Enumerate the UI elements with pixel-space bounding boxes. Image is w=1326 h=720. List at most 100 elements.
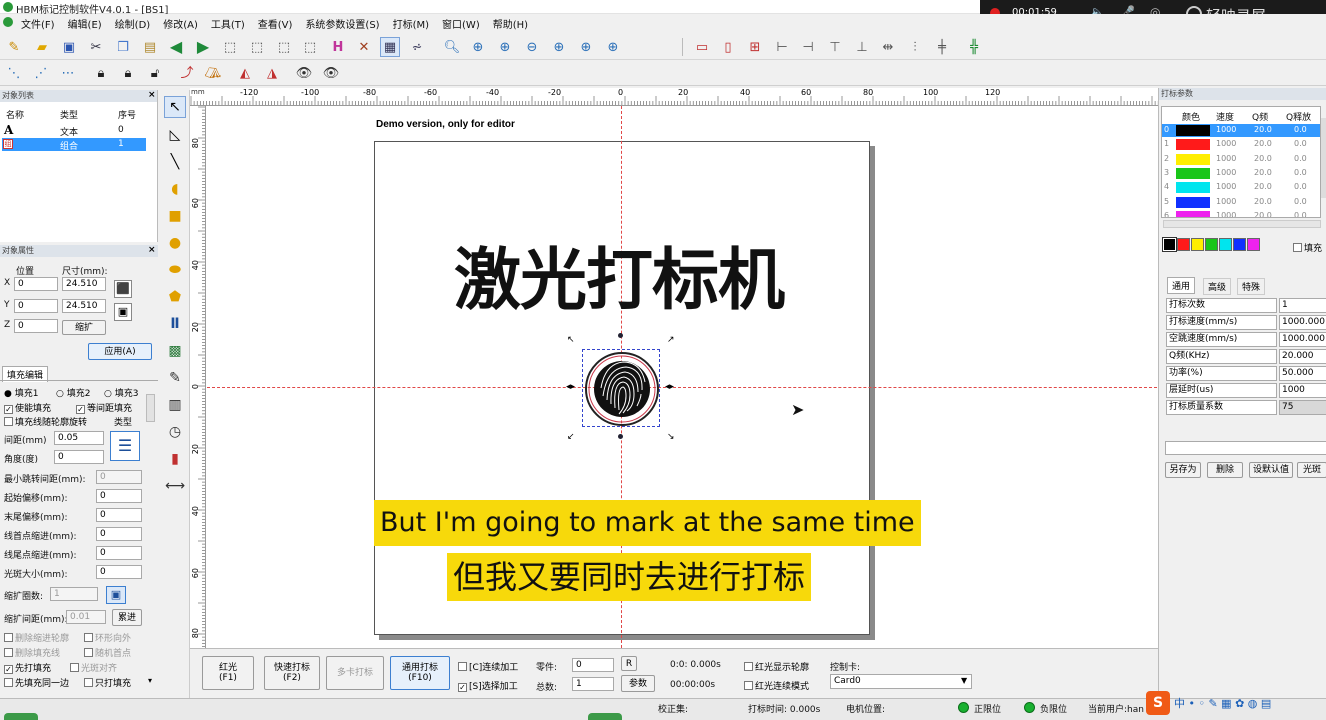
- power-input[interactable]: 50.000: [1279, 366, 1326, 381]
- menu-window[interactable]: 窗口(W): [435, 14, 486, 32]
- select-all-icon[interactable]: ⬚: [300, 37, 320, 57]
- total-input[interactable]: 1: [572, 677, 614, 691]
- object-list-close-icon[interactable]: ×: [148, 90, 156, 100]
- scale-button[interactable]: 缩扩: [62, 320, 106, 335]
- line-end-indent-input[interactable]: 0: [96, 546, 142, 560]
- fill-same-side-checkbox[interactable]: 先填充同一边: [4, 676, 69, 689]
- main-text-object[interactable]: 激光打标机: [454, 226, 785, 323]
- pen-row[interactable]: 2 1000 20.0 0.0: [1162, 153, 1320, 166]
- menu-system-params[interactable]: 系统参数设置(S): [298, 14, 385, 32]
- text-tool-icon[interactable]: Ⅱ: [164, 313, 186, 335]
- image-tool-icon[interactable]: ▩: [164, 340, 186, 362]
- spot-align-checkbox[interactable]: 光斑对齐: [70, 661, 117, 674]
- select-tool-icon[interactable]: ↖: [164, 96, 186, 118]
- lock-icon[interactable]: 🔒︎: [91, 63, 111, 83]
- fill-radio-2[interactable]: ○ 填充2: [56, 386, 90, 399]
- node-delete-icon[interactable]: ⋯: [58, 63, 78, 83]
- pen-row[interactable]: 0 1000 20.0 0.0: [1162, 124, 1320, 137]
- align-left-icon[interactable]: ⊢: [772, 37, 792, 57]
- pen-row[interactable]: 6 1000 20.0 0.0: [1162, 210, 1320, 217]
- part-input[interactable]: 0: [572, 658, 614, 672]
- h-center-icon[interactable]: ╪: [932, 37, 952, 57]
- polygon-tool-icon[interactable]: ⬟: [164, 286, 186, 308]
- center-icon[interactable]: ╬: [964, 37, 984, 57]
- swatch-red[interactable]: [1177, 238, 1190, 251]
- ring-outward-checkbox[interactable]: 环形向外: [84, 631, 131, 644]
- select-group-icon[interactable]: ⬚: [274, 37, 294, 57]
- delete-button[interactable]: 删除: [1207, 462, 1243, 478]
- spot-size-input[interactable]: 0: [96, 565, 142, 579]
- end-offset-input[interactable]: 0: [96, 508, 142, 522]
- start-offset-input[interactable]: 0: [96, 489, 142, 503]
- menu-help[interactable]: 帮助(H): [486, 14, 534, 32]
- unlock-icon[interactable]: 🔒︎: [118, 63, 138, 83]
- selection-handle[interactable]: ↗: [667, 335, 675, 345]
- continuous-process-checkbox[interactable]: [C]连续加工: [458, 660, 518, 673]
- pen-hscroll[interactable]: [1163, 220, 1321, 228]
- zoom-drag-icon[interactable]: 🔍︎: [442, 37, 462, 57]
- swatch-magenta[interactable]: [1247, 238, 1260, 251]
- properties-icon[interactable]: ▦: [380, 37, 400, 57]
- fill-only-checkbox[interactable]: 只打填充: [84, 676, 131, 689]
- fill-type-icon[interactable]: ☰: [110, 431, 140, 461]
- ring-space-input[interactable]: 0.01: [66, 610, 106, 624]
- fill-color-checkbox[interactable]: 填充: [1293, 241, 1322, 254]
- menu-file[interactable]: 文件(F): [14, 14, 61, 32]
- x-input[interactable]: 0: [14, 277, 58, 291]
- redo-icon[interactable]: ▶: [193, 37, 213, 57]
- paste-icon[interactable]: ▤: [140, 37, 160, 57]
- ratio-toggle-icon[interactable]: ▣: [114, 303, 132, 321]
- same-width-icon[interactable]: ▭: [692, 37, 712, 57]
- menu-modify[interactable]: 修改(A): [156, 14, 204, 32]
- width-input[interactable]: 24.510: [62, 277, 106, 291]
- menu-app-icon[interactable]: [3, 17, 13, 27]
- select-node-icon[interactable]: ⬚: [220, 37, 240, 57]
- selected-process-checkbox[interactable]: ✓ [S]选择加工: [458, 679, 518, 692]
- list-item[interactable]: A 文本 0: [2, 123, 146, 138]
- tab-advanced[interactable]: 高级: [1203, 278, 1232, 295]
- equidistant-fill-checkbox[interactable]: ✓ 等间距填充: [76, 401, 132, 414]
- color-picker-icon[interactable]: ⛺︎: [203, 63, 223, 83]
- node-edit-icon[interactable]: ⋱: [4, 63, 24, 83]
- accumulate-button[interactable]: 累进: [112, 609, 142, 626]
- menu-edit[interactable]: 编辑(E): [61, 14, 108, 32]
- swatch-yellow[interactable]: [1191, 238, 1204, 251]
- tab-special[interactable]: 特殊: [1237, 278, 1266, 295]
- zoom-all-icon[interactable]: ⊖: [522, 37, 542, 57]
- v-center-icon[interactable]: ⫶: [905, 37, 925, 57]
- line-start-indent-input[interactable]: 0: [96, 527, 142, 541]
- red-continuous-checkbox[interactable]: 红光连续模式: [744, 679, 809, 692]
- zoom-selected-icon[interactable]: ⊕: [549, 37, 569, 57]
- z-input[interactable]: 0: [14, 319, 58, 333]
- spacing-input[interactable]: 0.05: [54, 431, 104, 445]
- mirror-v-icon[interactable]: ◮: [262, 63, 282, 83]
- copy-icon[interactable]: ❐: [113, 37, 133, 57]
- height-input[interactable]: 24.510: [62, 299, 106, 313]
- same-height-icon[interactable]: ▯: [718, 37, 738, 57]
- lock-all-icon[interactable]: 🔓︎: [145, 63, 165, 83]
- delete-indent-contour-checkbox[interactable]: 删除缩进轮廓: [4, 631, 69, 644]
- menu-tools[interactable]: 工具(T): [204, 14, 251, 32]
- zoom-page-icon[interactable]: ⊕: [576, 37, 596, 57]
- fill-scrollbar[interactable]: [146, 394, 155, 422]
- reset-part-button[interactable]: R: [621, 656, 637, 671]
- ellipse-tool-icon[interactable]: ⬬: [164, 259, 186, 281]
- scroll-down-icon[interactable]: ▾: [148, 676, 152, 685]
- zoom-in-icon[interactable]: ⊕: [468, 37, 488, 57]
- new-file-icon[interactable]: ✎: [4, 37, 24, 57]
- angle-input[interactable]: 0: [54, 450, 104, 464]
- object-props-close-icon[interactable]: ×: [148, 245, 156, 255]
- circle-tool-icon[interactable]: ●: [164, 232, 186, 254]
- pen-dropdown[interactable]: [1165, 441, 1326, 455]
- selection-handle[interactable]: ↙: [567, 432, 575, 442]
- random-start-checkbox[interactable]: 随机首点: [84, 646, 131, 659]
- tab-general[interactable]: 通用: [1167, 277, 1196, 294]
- swatch-blue[interactable]: [1233, 238, 1246, 251]
- lock-ratio-icon[interactable]: ⬛: [114, 280, 132, 298]
- red-light-button[interactable]: 红光 (F1): [202, 656, 254, 690]
- align-top-icon[interactable]: ⊤: [825, 37, 845, 57]
- break-icon[interactable]: ⤴: [177, 63, 197, 83]
- quality-input[interactable]: 75: [1279, 400, 1326, 415]
- jump-speed-input[interactable]: 1000.000: [1279, 332, 1326, 347]
- node-tool-icon[interactable]: ◺: [164, 124, 186, 146]
